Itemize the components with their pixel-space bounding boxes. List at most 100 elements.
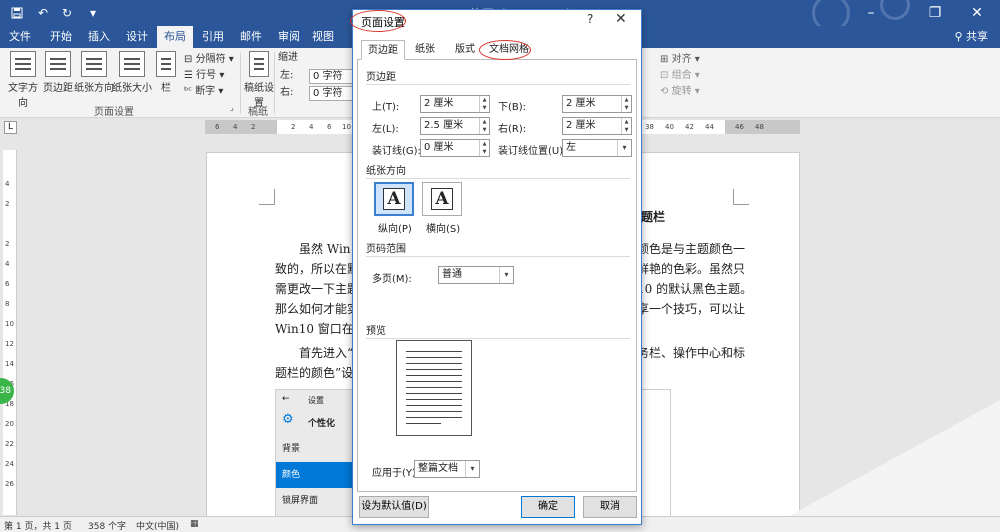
- size-button[interactable]: 纸张大小: [112, 51, 152, 101]
- tab-insert[interactable]: 插入: [82, 26, 116, 48]
- ok-button[interactable]: 确定: [521, 496, 575, 518]
- ruler-tick: 48: [755, 123, 764, 131]
- landscape-option[interactable]: A: [422, 182, 462, 216]
- undo-icon[interactable]: ↶: [34, 4, 52, 22]
- cancel-button[interactable]: 取消: [583, 496, 637, 518]
- right-margin-input[interactable]: 2 厘米 ▲ ▼: [562, 117, 632, 135]
- help-button[interactable]: ?: [587, 12, 593, 26]
- spinner-icon[interactable]: ▲ ▼: [479, 96, 489, 112]
- margins-button[interactable]: 页边距: [42, 51, 74, 101]
- landscape-icon: A: [431, 188, 453, 210]
- preview-line: [406, 369, 462, 370]
- vertical-ruler[interactable]: 4 2 2 4 6 8 10 12 14 16 18 20 22 24 26: [3, 150, 17, 515]
- minimize-button[interactable]: –: [848, 0, 894, 26]
- ruler-tick: 46: [735, 123, 744, 131]
- save-icon[interactable]: [8, 4, 26, 22]
- tab-review[interactable]: 审阅: [272, 26, 306, 48]
- ruler-tick: 4: [233, 123, 238, 131]
- preview-line: [406, 357, 462, 358]
- settings-item-background: 背景: [282, 444, 301, 454]
- text-direction-button[interactable]: 文字方向: [4, 51, 42, 109]
- group-label: 组合: [671, 70, 692, 81]
- gutter-position-value: 左: [566, 142, 576, 153]
- tab-paper[interactable]: 纸张: [405, 40, 445, 60]
- tab-view[interactable]: 视图: [306, 26, 340, 48]
- share-button[interactable]: ⚲ 共享: [954, 26, 988, 48]
- macro-icon[interactable]: ▦: [190, 519, 199, 529]
- ruler-tick: 10: [342, 123, 351, 131]
- ruler-tick: 6: [215, 123, 220, 131]
- language[interactable]: 中文(中国): [136, 519, 179, 532]
- bottom-margin-input[interactable]: 2 厘米 ▲ ▼: [562, 95, 632, 113]
- multiple-pages-select[interactable]: 普通 ▾: [438, 266, 514, 284]
- top-margin-input[interactable]: 2 厘米 ▲ ▼: [420, 95, 490, 113]
- tab-selector[interactable]: L: [4, 121, 17, 134]
- hyphenation-button[interactable]: ᵇᶜ 断字 ▾: [184, 84, 223, 100]
- spinner-icon[interactable]: ▲ ▼: [621, 118, 631, 134]
- set-default-button[interactable]: 设为默认值(D): [359, 496, 429, 518]
- section-divider: [366, 256, 630, 257]
- chevron-down-icon: ▾: [499, 267, 513, 283]
- left-margin-input[interactable]: 2.5 厘米 ▲ ▼: [420, 117, 490, 135]
- word-count[interactable]: 358 个字: [88, 519, 126, 532]
- orientation-button[interactable]: 纸张方向: [74, 51, 114, 101]
- tab-references[interactable]: 引用: [196, 26, 230, 48]
- tab-file[interactable]: 文件: [4, 26, 36, 48]
- apply-to-select[interactable]: 整篇文档 ▾: [414, 460, 480, 478]
- multiple-pages-label: 多页(M):: [372, 274, 412, 285]
- page-count[interactable]: 第 1 页，共 1 页: [4, 519, 72, 532]
- tab-design[interactable]: 设计: [120, 26, 154, 48]
- ruler-tick: 24: [5, 460, 14, 468]
- gutter-position-label: 装订线位置(U):: [498, 146, 567, 157]
- personalize-title: 个性化: [308, 419, 336, 429]
- annotation-ellipse: [350, 10, 406, 32]
- paragraph-1-line-1-right: 颜色是与主题颜色一: [637, 242, 746, 256]
- preview-line: [406, 363, 462, 364]
- section-divider: [366, 338, 630, 339]
- spinner-icon[interactable]: ▲ ▼: [479, 118, 489, 134]
- indent-right-input[interactable]: 0 字符: [309, 86, 353, 101]
- page-setup-dialog: 页面设置 ? ✕ 页边距 纸张 版式 文档网格 页边距 上(T): 2 厘米 ▲ ▼…: [350, 9, 642, 525]
- line-numbers-button[interactable]: ☰ 行号 ▾: [184, 68, 224, 84]
- gutter-input[interactable]: 0 厘米 ▲ ▼: [420, 139, 490, 157]
- dialog-launcher-icon[interactable]: ⌟: [230, 103, 234, 112]
- orientation-icon: [81, 51, 107, 77]
- align-button[interactable]: ⊞ 对齐 ▾: [660, 52, 700, 68]
- rotate-button[interactable]: ⟲ 旋转 ▾: [660, 84, 700, 100]
- spinner-icon[interactable]: ▲ ▼: [621, 96, 631, 112]
- breaks-button[interactable]: ⊟ 分隔符 ▾: [184, 52, 234, 68]
- top-margin-label: 上(T):: [372, 102, 400, 113]
- indent-heading: 缩进: [278, 52, 298, 63]
- close-window-button[interactable]: ✕: [954, 0, 1000, 26]
- tab-home[interactable]: 开始: [44, 26, 78, 48]
- section-orientation: 纸张方向: [366, 166, 406, 177]
- portrait-option[interactable]: A: [374, 182, 414, 216]
- portrait-label: 纵向(P): [378, 224, 412, 235]
- rotate-label: 旋转: [671, 86, 692, 97]
- paragraph-1-line-3-right: 10 的默认黑色主题。: [637, 282, 753, 296]
- crop-mark: [259, 189, 275, 205]
- gutter-position-select[interactable]: 左 ▾: [562, 139, 632, 157]
- preview-line: [406, 375, 462, 376]
- tab-mailings[interactable]: 邮件: [234, 26, 268, 48]
- customize-toolbar-icon[interactable]: ▾: [84, 4, 102, 22]
- ruler-tick: 22: [5, 440, 14, 448]
- gear-icon: ⚙: [282, 412, 294, 427]
- tab-margins[interactable]: 页边距: [361, 40, 405, 60]
- group-button[interactable]: ⊡ 组合 ▾: [660, 68, 700, 84]
- ruler-tick: 20: [5, 420, 14, 428]
- dialog-close-button[interactable]: ✕: [615, 11, 627, 27]
- spinner-icon[interactable]: ▲ ▼: [479, 140, 489, 156]
- left-margin-label: 左(L):: [372, 124, 399, 135]
- columns-button[interactable]: 栏: [154, 51, 178, 101]
- restore-button[interactable]: ❐: [912, 0, 958, 26]
- ruler-tick: 2: [291, 123, 296, 131]
- indent-left-input[interactable]: 0 字符: [309, 69, 353, 84]
- apply-to-value: 整篇文档: [418, 463, 458, 474]
- section-divider: [366, 178, 630, 179]
- redo-icon[interactable]: ↻: [58, 4, 76, 22]
- align-icon: ⊞: [660, 54, 669, 65]
- draft-settings-button[interactable]: 稿纸设置: [244, 51, 274, 109]
- paragraph-2-line-1-right: 务栏、操作中心和标: [637, 346, 746, 360]
- tab-layout[interactable]: 布局: [157, 26, 193, 48]
